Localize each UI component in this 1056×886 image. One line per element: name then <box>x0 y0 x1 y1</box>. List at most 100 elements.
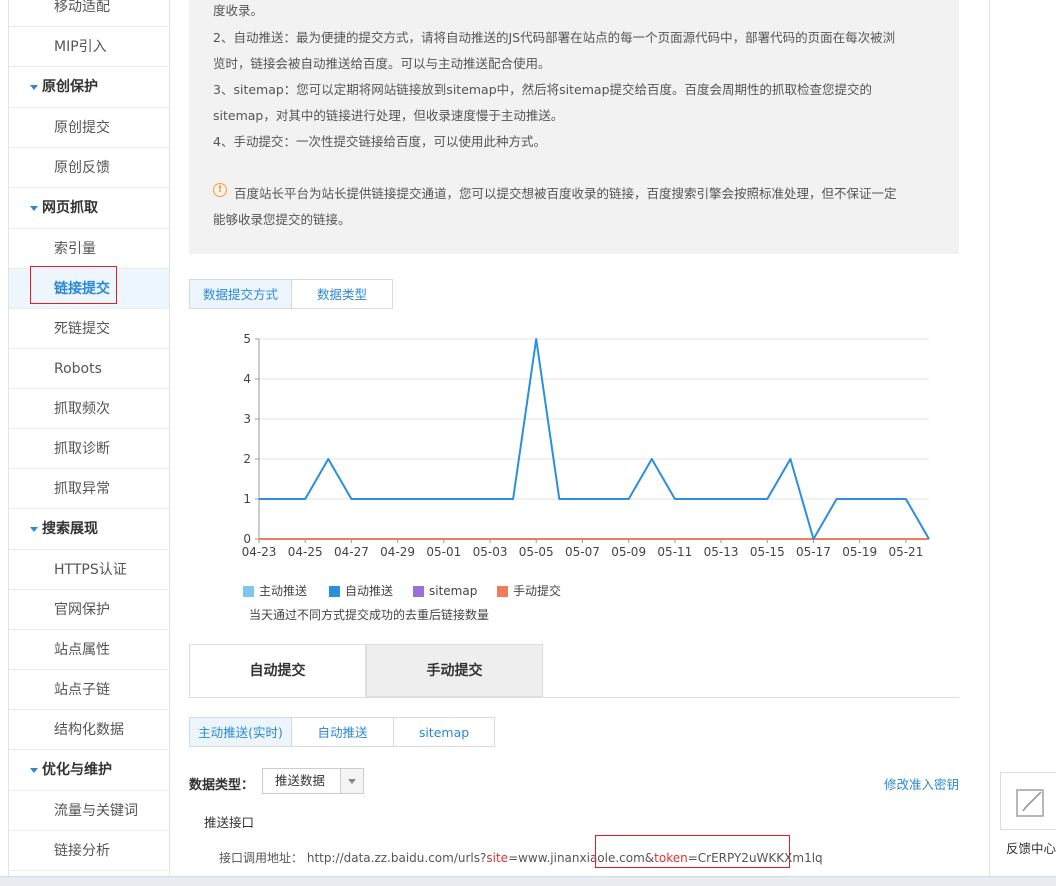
api-site-key: site <box>486 851 509 865</box>
info-text: 3、sitemap：您可以定期将网站链接放到sitemap中，然后将sitema… <box>213 82 872 97</box>
sidebar-nav: 移动适配 MIP引入原创保护原创提交原创反馈网页抓取索引量链接提交死链提交 Robo… <box>8 0 170 885</box>
legend-swatch <box>413 586 424 597</box>
data-type-label: 数据类型： <box>189 778 255 793</box>
sidebar-item-label: 站点属性 <box>54 642 110 658</box>
tab-auto-submit[interactable]: 自动提交 <box>189 644 366 697</box>
push-interface-label: 推送接口 <box>204 815 255 830</box>
sidebar-item[interactable]: 链接提交 <box>9 266 169 309</box>
chart-svg: 0 1 2 3 4 5 04-23 04-25 04-27 04-29 05-01 05-03 05-0… <box>242 332 930 559</box>
warning-icon: ! <box>213 183 227 197</box>
legend-item[interactable]: 手动提交 <box>497 583 561 599</box>
submit-tabs: 自动提交 手动提交 <box>189 644 959 698</box>
sidebar-item-label: 抓取异常 <box>54 481 110 497</box>
x-tick-label: 05-15 <box>750 545 785 559</box>
sidebar-item[interactable]: 链接分析 <box>9 831 169 871</box>
x-tick-label: 05-13 <box>704 545 739 559</box>
sidebar-item-label: 移动适配 <box>54 0 110 15</box>
legend-swatch <box>497 586 508 597</box>
sidebar-category[interactable]: 原创保护 <box>9 67 169 108</box>
info-text: 2、自动推送：最为便捷的提交方式，请将自动推送的JS代码部署在站点的每一个页面源… <box>213 30 896 45</box>
series-line <box>259 338 930 540</box>
sidebar-item[interactable]: 结构化数据 <box>9 710 169 750</box>
sidebar-item[interactable]: 抓取频次 <box>9 389 169 429</box>
y-tick-label: 5 <box>243 332 251 346</box>
x-tick-label: 04-29 <box>380 545 415 559</box>
sidebar-item[interactable]: 抓取诊断 <box>9 429 169 469</box>
api-address-row: 接口调用地址： http://data.zz.baidu.com/urls?si… <box>219 849 823 866</box>
x-tick-label: 05-17 <box>796 545 831 559</box>
legend-item[interactable]: 自动推送 <box>329 583 393 599</box>
sidebar-category[interactable]: 优化与维护 <box>9 750 169 791</box>
x-tick-label: 05-05 <box>519 545 554 559</box>
sidebar-item-label: 索引量 <box>54 241 96 257</box>
api-token-value: =CrERPY2uWKKXm1lq <box>687 851 823 865</box>
info-text: 4、手动提交：一次性提交链接给百度，可以使用此种方式。 <box>213 134 546 149</box>
notice-text: 能够收录您提交的链接。 <box>213 212 351 227</box>
legend-item[interactable]: 主动推送 <box>243 583 307 599</box>
sidebar-item-label: MIP引入 <box>54 39 107 55</box>
y-tick-label: 4 <box>243 372 251 386</box>
feedback-label[interactable]: 反馈中心 <box>1006 838 1056 857</box>
legend-label: sitemap <box>429 584 478 598</box>
sidebar-item-label: 官网保护 <box>54 602 110 618</box>
x-tick-label: 04-23 <box>242 545 277 559</box>
sidebar-item-label: 优化与维护 <box>42 762 112 778</box>
sidebar-item-label: 链接提交 <box>54 281 110 297</box>
info-text: sitemap，对其中的链接进行处理，但收录速度慢于主动推送。 <box>213 108 564 123</box>
api-token-key: token <box>654 851 688 865</box>
sidebar-category[interactable]: 搜索展现 <box>9 509 169 550</box>
sidebar-item[interactable]: 官网保护 <box>9 590 169 630</box>
x-tick-label: 05-01 <box>426 545 461 559</box>
sidebar-category[interactable]: 网页抓取 <box>9 188 169 229</box>
sidebar-item[interactable]: MIP引入 <box>9 27 169 67</box>
feedback-button[interactable] <box>1000 772 1056 830</box>
y-tick-label: 2 <box>243 452 251 466</box>
tab-submit-method[interactable]: 数据提交方式 <box>189 279 292 309</box>
sidebar-item[interactable]: 抓取异常 <box>9 469 169 509</box>
notice-text: 百度站长平台为站长提供链接提交通道，您可以提交想被百度收录的链接，百度搜索引擎会… <box>234 186 897 201</box>
sidebar-item[interactable]: 死链提交 <box>9 309 169 349</box>
x-tick-label: 05-09 <box>611 545 646 559</box>
data-type-value: 推送数据 <box>275 773 326 788</box>
sidebar-item[interactable]: 原创反馈 <box>9 148 169 188</box>
sidebar-item[interactable]: 原创提交 <box>9 108 169 148</box>
sidebar-item[interactable]: 索引量 <box>9 229 169 269</box>
tab-data-type[interactable]: 数据类型 <box>291 279 393 309</box>
x-tick-label: 05-21 <box>888 545 923 559</box>
sidebar-item[interactable]: 站点子链 <box>9 670 169 710</box>
sidebar-item[interactable]: 站点属性 <box>9 630 169 670</box>
sidebar-item-label: HTTPS认证 <box>54 562 127 578</box>
caret-down-icon <box>30 527 38 532</box>
tab-auto-push[interactable]: 自动推送 <box>291 717 394 747</box>
info-text: 览时，链接会被自动推送给百度。可以与主动推送配合使用。 <box>213 56 551 71</box>
sidebar-item[interactable]: 流量与关键词 <box>9 791 169 831</box>
sidebar-item-label: 结构化数据 <box>54 722 124 738</box>
tab-active-push[interactable]: 主动推送(实时) <box>189 717 292 747</box>
sidebar-item[interactable]: Robots <box>9 349 169 389</box>
caret-down-icon <box>30 768 38 773</box>
sidebar-item-label: 抓取频次 <box>54 401 110 417</box>
legend-item[interactable]: sitemap <box>413 583 477 599</box>
sidebar-item[interactable]: HTTPS认证 <box>9 550 169 590</box>
tab-sitemap[interactable]: sitemap <box>393 717 495 747</box>
x-tick-label: 05-03 <box>473 545 508 559</box>
x-tick-label: 05-11 <box>657 545 692 559</box>
y-tick-label: 3 <box>243 412 251 426</box>
y-tick-label: 1 <box>243 492 251 506</box>
x-tick-label: 05-07 <box>565 545 600 559</box>
api-prefix: http://data.zz.baidu.com/urls? <box>306 851 487 865</box>
sidebar-item-label: 原创反馈 <box>54 160 110 176</box>
info-panel: 度收录。 2、自动推送：最为便捷的提交方式，请将自动推送的JS代码部署在站点的每… <box>189 0 959 254</box>
sidebar-item-label: 网页抓取 <box>42 200 98 216</box>
api-site-value: =www.jinanxiaole.com& <box>508 851 655 865</box>
edit-icon <box>1016 789 1044 817</box>
modify-key-link[interactable]: 修改准入密钥 <box>884 774 959 793</box>
sidebar-item[interactable]: 移动适配 <box>9 0 169 27</box>
dropdown-arrow <box>340 769 363 793</box>
data-type-select[interactable]: 推送数据 <box>262 768 364 794</box>
chevron-down-icon <box>348 779 356 784</box>
sidebar-item-label: 原创提交 <box>54 120 110 136</box>
legend-swatch <box>329 586 340 597</box>
tab-manual-submit[interactable]: 手动提交 <box>366 644 543 697</box>
caret-down-icon <box>30 85 38 90</box>
